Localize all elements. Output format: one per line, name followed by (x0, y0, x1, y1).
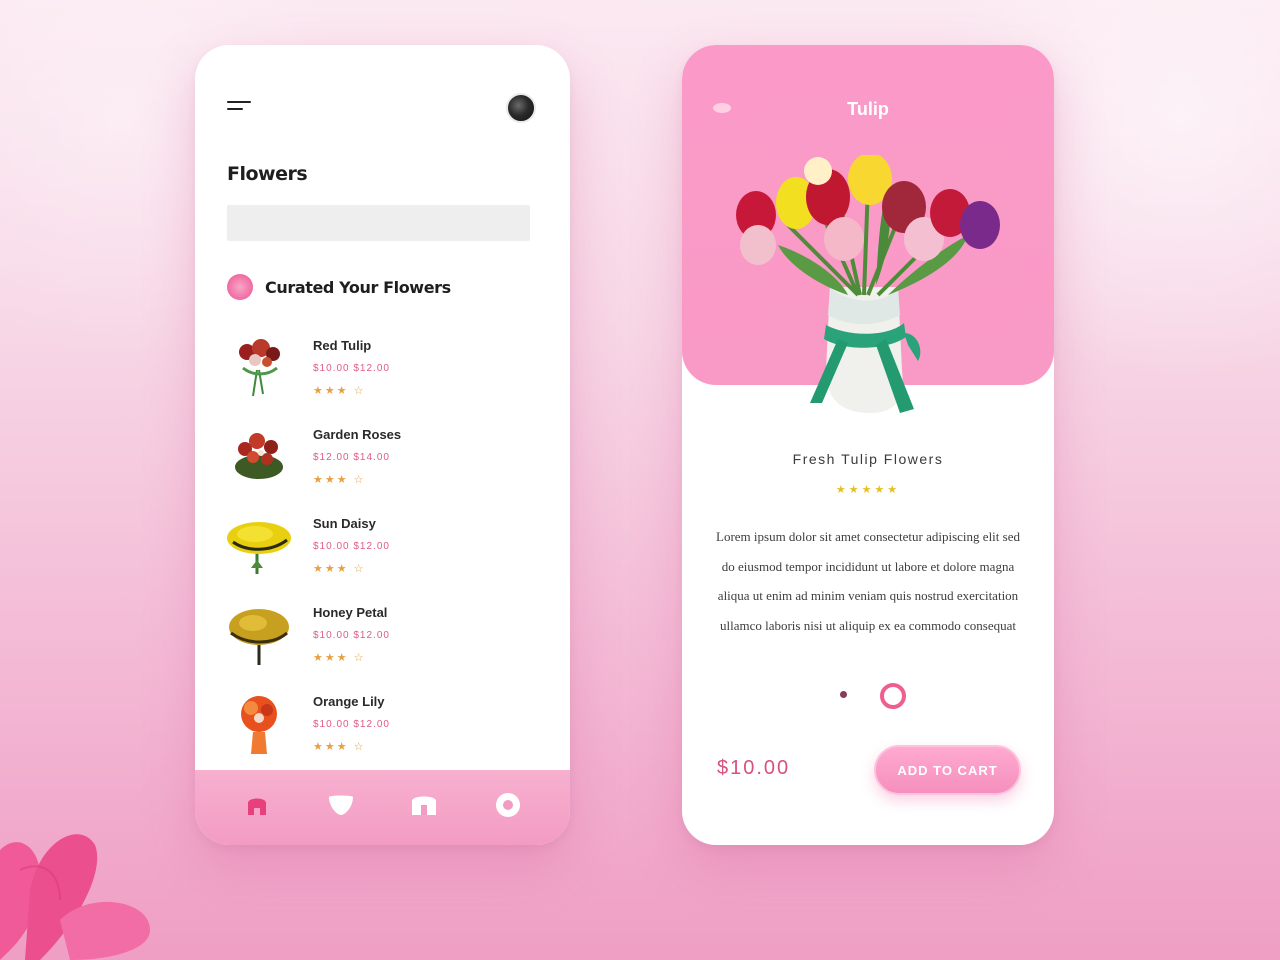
pager-dot-active[interactable] (880, 683, 906, 709)
yellow-bouquet-thumb-icon (227, 522, 291, 574)
item-price: $10.00 $12.00 (313, 541, 390, 552)
item-price: $10.00 $12.00 (313, 719, 390, 730)
pager-dot[interactable] (840, 691, 847, 698)
item-rating: ★★★ ☆ (313, 385, 366, 397)
menu-icon[interactable] (227, 101, 257, 119)
item-name: Garden Roses (313, 427, 402, 442)
orange-bouquet-thumb-icon (241, 696, 277, 754)
add-to-cart-button[interactable]: ADD TO CART (874, 745, 1021, 795)
tulip-bouquet-image (736, 155, 1000, 413)
flower-list: Red Tulip $10.00 $12.00 ★★★ ☆ Garden Ros… (223, 330, 543, 775)
page-title: Flowers (227, 163, 308, 185)
header-title: Tulip (847, 99, 889, 119)
item-name: Sun Daisy (313, 516, 376, 531)
item-rating: ★★★ ☆ (313, 652, 366, 664)
flower-badge-icon (227, 274, 253, 300)
item-rating: ★★★ ☆ (313, 741, 366, 753)
search-input[interactable] (227, 205, 530, 241)
pink-flower-decoration (0, 834, 150, 960)
item-price: $10.00 $12.00 (313, 363, 390, 374)
product-name: Fresh Tulip Flowers (792, 451, 944, 467)
section-header: Curated Your Flowers (227, 273, 451, 301)
red-bouquet-thumb-icon (239, 339, 280, 397)
product-rating: ★★★★★ (835, 484, 901, 496)
item-price: $10.00 $12.00 (313, 630, 390, 641)
nav-home[interactable] (237, 785, 277, 825)
list-item[interactable]: Orange Lily $10.00 $12.00 ★★★ ☆ (223, 686, 543, 775)
list-item[interactable]: Red Tulip $10.00 $12.00 ★★★ ☆ (223, 330, 543, 419)
profile-icon (496, 792, 521, 817)
item-name: Orange Lily (313, 694, 385, 709)
bag-icon (412, 796, 437, 815)
rose-bouquet-thumb-icon (235, 433, 283, 479)
background-glow (0, 0, 1280, 960)
product-description: Lorem ipsum dolor sit amet consectetur a… (716, 529, 1020, 633)
flower-list-screen: Flowers Curated Your Flowers Red Tulip $… (195, 45, 570, 845)
item-price: $12.00 $14.00 (313, 452, 390, 463)
list-item[interactable]: Honey Petal $10.00 $12.00 ★★★ ☆ (223, 597, 543, 686)
avatar[interactable] (506, 93, 536, 123)
favorites-icon (328, 795, 353, 815)
home-icon (247, 798, 266, 815)
amber-bouquet-thumb-icon (229, 609, 289, 665)
list-item[interactable]: Garden Roses $12.00 $14.00 ★★★ ☆ (223, 419, 543, 508)
flower-detail-screen: Tulip Fresh Tulip Flowers ★★★★★ Lorem ip… (682, 45, 1054, 845)
nav-profile[interactable] (488, 785, 528, 825)
nav-favorites[interactable] (321, 785, 361, 825)
section-title: Curated Your Flowers (265, 277, 451, 297)
nav-bag[interactable] (404, 785, 444, 825)
item-name: Honey Petal (313, 605, 388, 620)
item-rating: ★★★ ☆ (313, 563, 366, 575)
product-price: $10.00 (717, 757, 791, 779)
item-name: Red Tulip (313, 338, 372, 353)
bottom-nav (195, 770, 570, 845)
item-rating: ★★★ ☆ (313, 474, 366, 486)
list-item[interactable]: Sun Daisy $10.00 $12.00 ★★★ ☆ (223, 508, 543, 597)
